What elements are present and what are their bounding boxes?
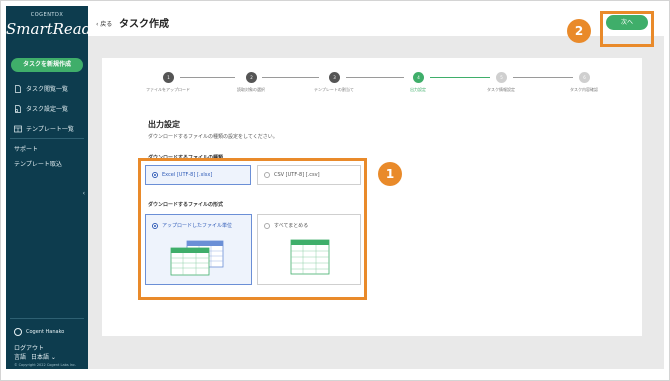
logout-link[interactable]: ログアウト — [14, 343, 44, 352]
sidebar-item-label: テンプレート一覧 — [26, 126, 74, 133]
sidebar-item-task-list[interactable]: タスク閲覧一覧 — [14, 84, 68, 93]
sidebar-item-task-settings[interactable]: タスク設定一覧 — [14, 104, 68, 113]
annotation-badge-1: 1 — [378, 162, 402, 186]
step-connector — [513, 77, 573, 78]
sidebar-divider — [10, 318, 84, 319]
brand-logo[interactable]: SmartRead — [6, 20, 91, 38]
section-title: 出力設定 — [148, 120, 180, 129]
step-2-marker: 2 — [246, 72, 257, 83]
step-6-marker: 6 — [579, 72, 590, 83]
language-label: 言語 — [14, 354, 27, 361]
step-3-marker: 3 — [329, 72, 340, 83]
highlight-box-output-options — [138, 158, 367, 300]
language-selector[interactable]: 言語 日本語 ⌄ — [14, 352, 56, 361]
table-icon — [14, 125, 22, 133]
annotation-badge-2: 2 — [567, 19, 591, 43]
step-connector — [180, 77, 235, 78]
user-profile[interactable]: Cogent Hanako — [14, 328, 64, 336]
step-5-marker: 5 — [496, 72, 507, 83]
brand-company: COGENTDX — [30, 12, 64, 18]
step-connector — [262, 77, 319, 78]
step-2-label: 読取対象の選択 — [237, 87, 265, 92]
sidebar: COGENTDX SmartRead タスクを新規作成 タスク閲覧一覧 タスク設… — [6, 6, 91, 369]
step-connector — [430, 77, 490, 78]
user-avatar-icon — [14, 328, 22, 336]
user-name: Cogent Hanako — [26, 329, 65, 335]
step-5-label: タスク情報設定 — [487, 87, 515, 92]
sidebar-divider — [10, 138, 84, 139]
sidebar-item-label: タスク設定一覧 — [26, 106, 69, 113]
sidebar-item-template-list[interactable]: テンプレート一覧 — [14, 124, 74, 133]
sidebar-item-support[interactable]: サポート — [14, 144, 38, 153]
document-gear-icon — [14, 104, 22, 113]
page-title: タスク作成 — [119, 19, 169, 30]
highlight-box-next-button — [600, 11, 654, 47]
step-4-label: 出力設定 — [410, 87, 426, 92]
step-3-label: テンプレートの割当て — [314, 87, 354, 92]
language-value: 日本語 ⌄ — [30, 354, 56, 361]
sidebar-item-label: タスク閲覧一覧 — [26, 86, 69, 93]
sidebar-item-template-import[interactable]: テンプレート取込 — [14, 159, 62, 168]
step-connector — [346, 77, 404, 78]
copyright-text: © Copyright 2022 Cogent Labs Inc. — [14, 363, 77, 367]
step-1-label: ファイルをアップロード — [146, 87, 190, 92]
step-6-label: タスク内容確認 — [570, 87, 598, 92]
collapse-sidebar-icon[interactable]: ‹ — [83, 190, 85, 197]
new-task-button[interactable]: タスクを新規作成 — [11, 58, 83, 72]
document-icon — [14, 84, 22, 93]
back-link[interactable]: ‹ 戻る — [96, 19, 112, 28]
section-description: ダウンロードするファイルの種類の設定をしてください。 — [148, 134, 278, 140]
step-4-marker: 4 — [413, 72, 424, 83]
step-1-marker: 1 — [163, 72, 174, 83]
